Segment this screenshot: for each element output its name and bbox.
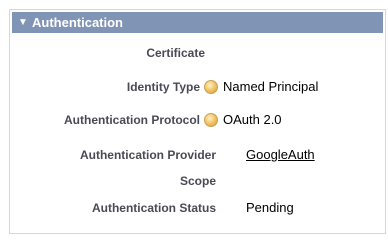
field-label-authentication-provider: Authentication Provider	[79, 148, 216, 162]
authentication-panel: ▼ Authentication Certificate Identity Ty…	[9, 9, 386, 234]
field-value-authentication-status: Pending	[246, 200, 294, 215]
field-row-authentication-status: Authentication Status Pending	[10, 199, 385, 219]
field-value-authentication-protocol: OAuth 2.0	[223, 112, 282, 127]
field-row-identity-type: Identity Type Named Principal	[10, 78, 385, 98]
field-row-authentication-provider: Authentication Provider GoogleAuth	[10, 146, 385, 166]
field-row-scope: Scope	[10, 172, 385, 192]
field-row-authentication-protocol: Authentication Protocol OAuth 2.0	[10, 111, 385, 131]
field-label-identity-type: Identity Type	[126, 80, 200, 94]
field-row-certificate: Certificate	[10, 44, 385, 64]
field-label-authentication-status: Authentication Status	[91, 201, 216, 215]
field-value-identity-type: Named Principal	[223, 79, 319, 94]
section-title: Authentication	[32, 15, 123, 30]
collapse-triangle-icon[interactable]: ▼	[18, 12, 28, 33]
help-info-icon[interactable]	[204, 113, 218, 127]
section-header-authentication[interactable]: ▼ Authentication	[12, 12, 383, 33]
field-label-authentication-protocol: Authentication Protocol	[64, 113, 200, 127]
authentication-provider-link[interactable]: GoogleAuth	[246, 146, 315, 164]
field-label-certificate: Certificate	[146, 46, 205, 60]
help-info-icon[interactable]	[204, 80, 218, 94]
field-label-scope: Scope	[179, 174, 216, 188]
